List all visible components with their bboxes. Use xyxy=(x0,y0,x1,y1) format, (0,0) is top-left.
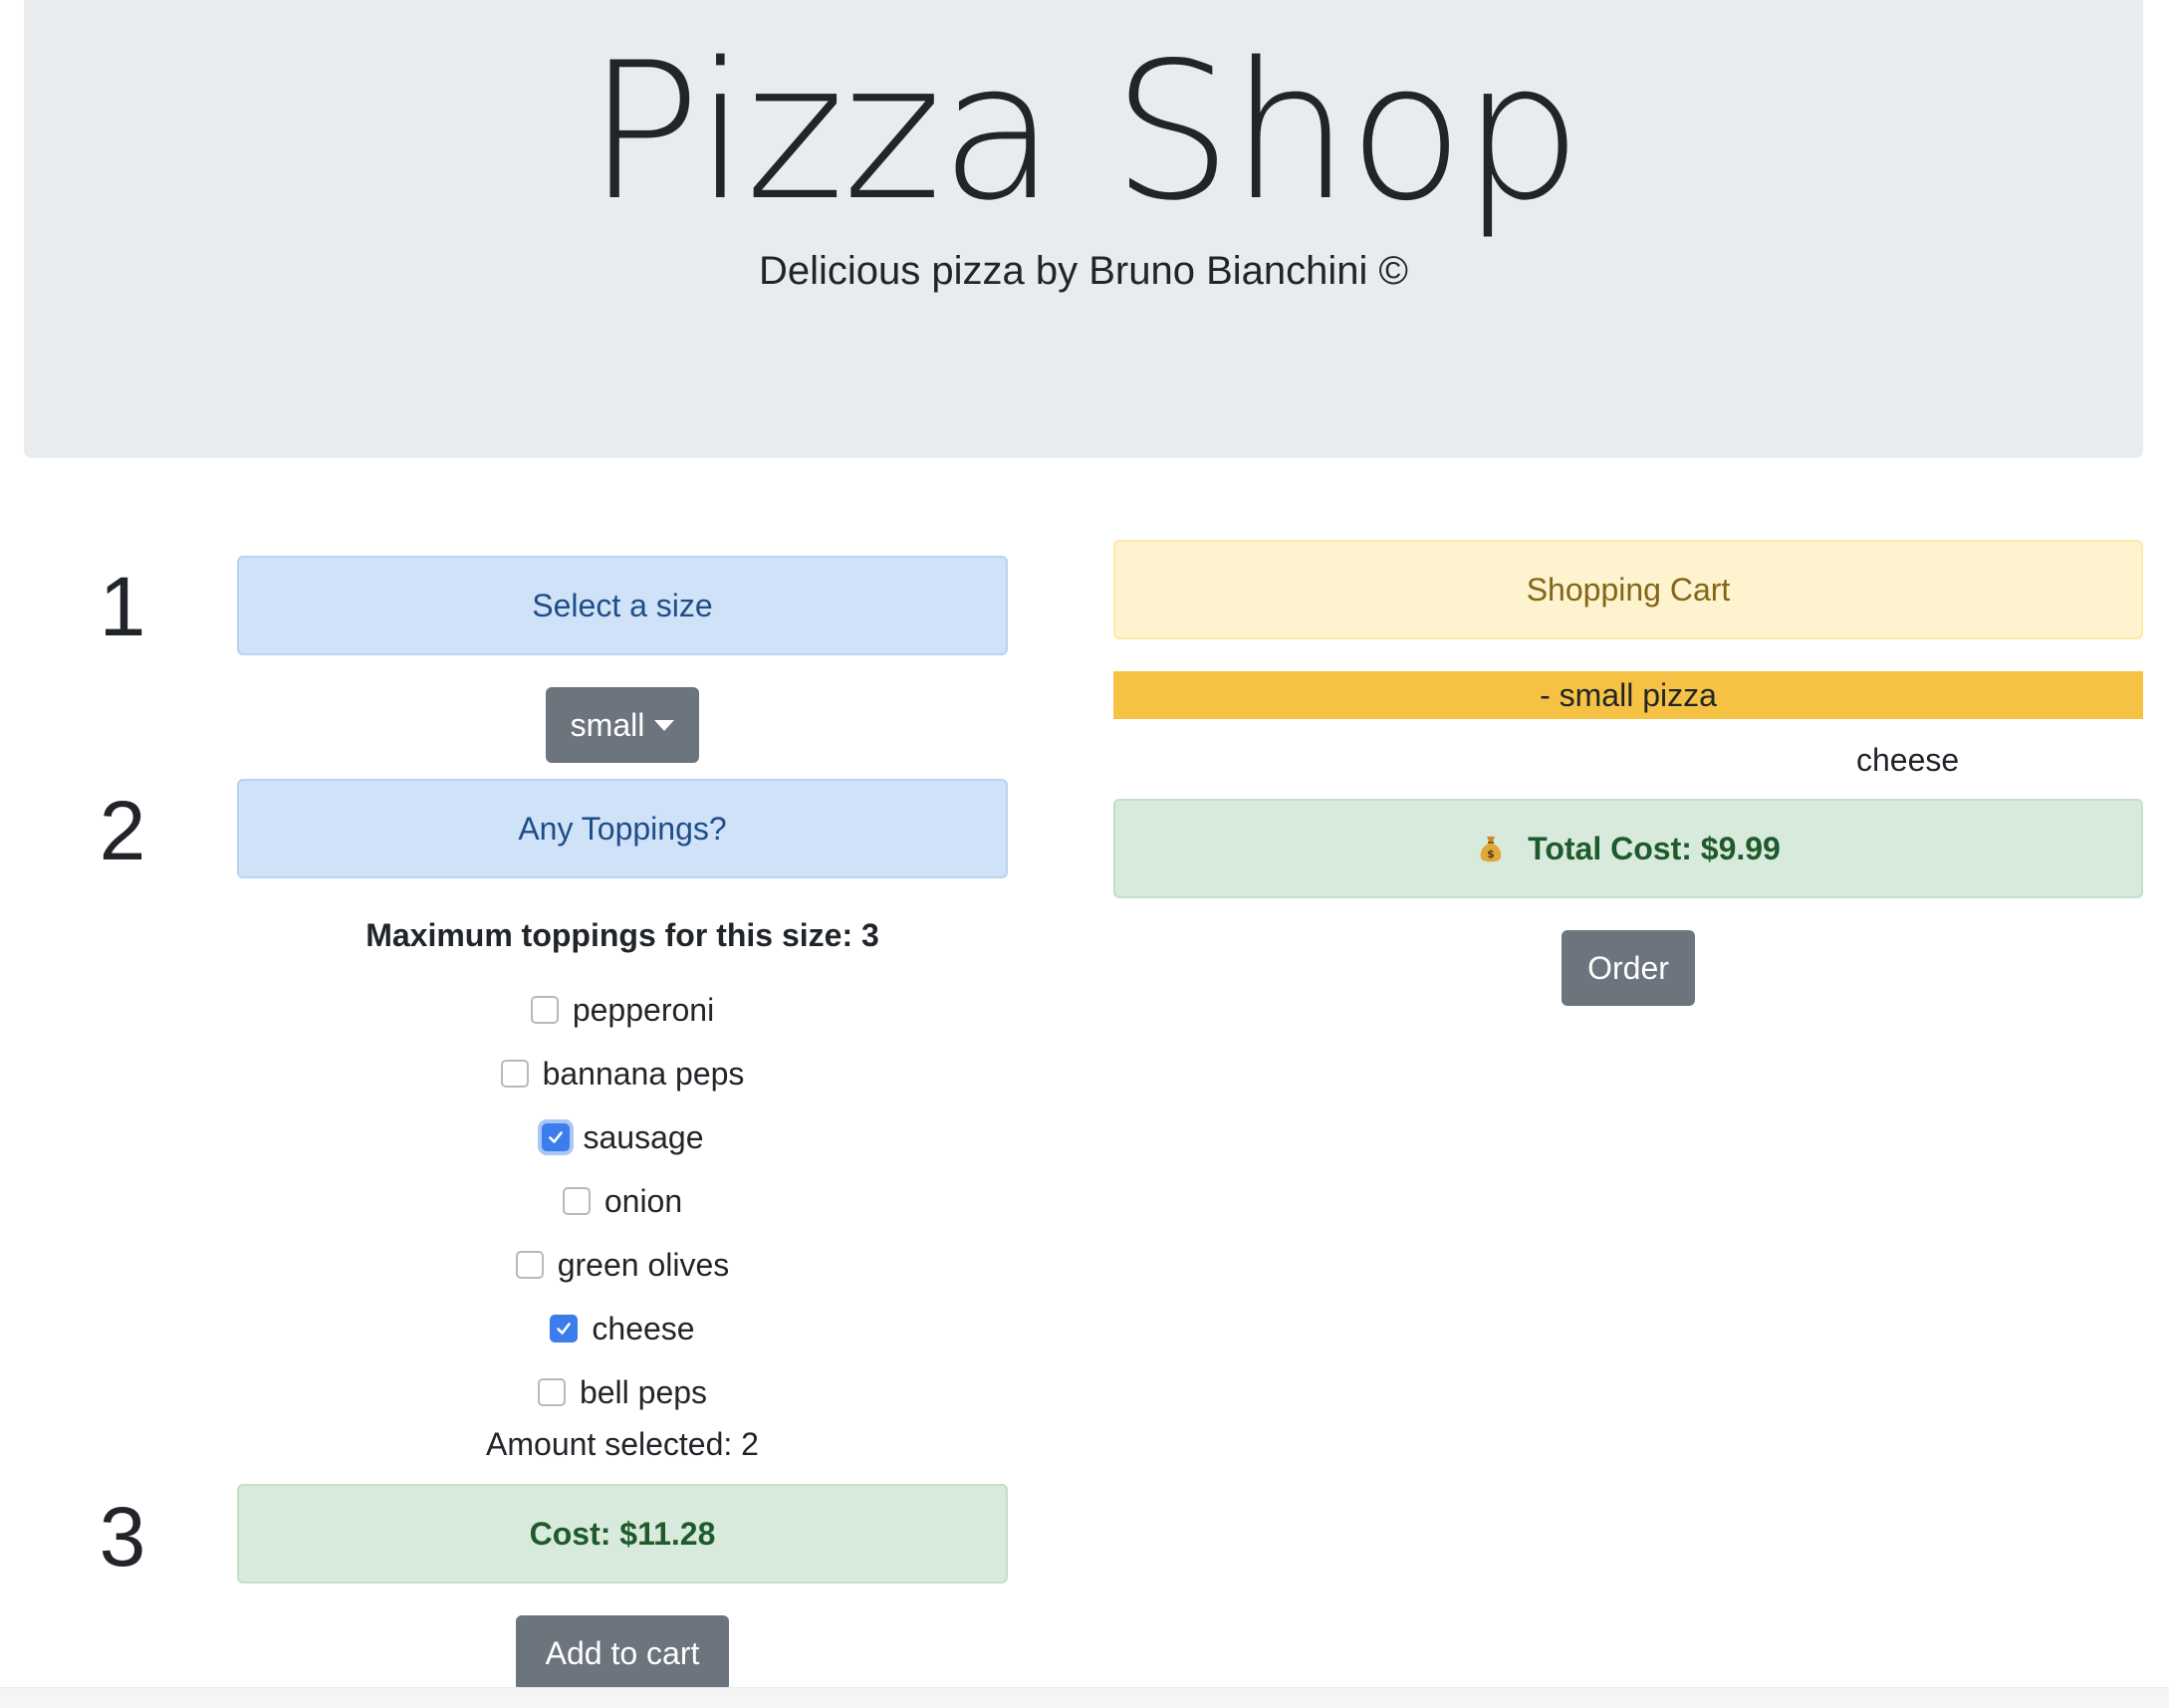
size-dropdown-value: small xyxy=(570,706,645,743)
topping-option[interactable]: green olives xyxy=(237,1233,1008,1297)
topping-checkbox[interactable] xyxy=(500,1060,529,1088)
topping-checkbox[interactable] xyxy=(550,1315,579,1342)
total-cost-box: $ Total Cost: $9.99 xyxy=(1113,799,2143,898)
topping-label[interactable]: onion xyxy=(604,1181,682,1221)
total-cost-label: Total Cost: $9.99 xyxy=(1528,830,1781,866)
topping-label[interactable]: sausage xyxy=(584,1117,704,1157)
page-bottom-edge xyxy=(0,1687,2169,1708)
toppings-list: pepperoni bannana peps sausage onion green o… xyxy=(237,978,1008,1424)
topping-checkbox[interactable] xyxy=(541,1123,570,1151)
max-toppings-label: Maximum toppings for this size: 3 xyxy=(365,917,879,953)
topping-option[interactable]: pepperoni xyxy=(237,978,1008,1042)
topping-checkbox[interactable] xyxy=(562,1187,591,1215)
site-title: Pizza Shop xyxy=(587,22,1581,242)
cost-label: Cost: $11.28 xyxy=(529,1515,716,1552)
topping-checkbox[interactable] xyxy=(530,996,559,1024)
caret-down-icon xyxy=(654,719,675,731)
cart-item-topping: cheese xyxy=(1856,742,1960,778)
step-number-2: 2 xyxy=(99,784,146,877)
topping-checkbox[interactable] xyxy=(515,1251,544,1279)
topping-option[interactable]: onion xyxy=(237,1169,1008,1233)
topping-checkbox[interactable] xyxy=(537,1378,566,1406)
shopping-cart-label: Shopping Cart xyxy=(1526,571,1731,608)
topping-option[interactable]: sausage xyxy=(237,1105,1008,1169)
step-number-3: 3 xyxy=(99,1490,146,1584)
money-bag-icon: $ xyxy=(1480,837,1502,862)
site-subtitle: Delicious pizza by Bruno Bianchini © xyxy=(758,249,1408,293)
svg-text:$: $ xyxy=(1487,848,1495,860)
checkmark-icon xyxy=(548,1131,563,1143)
amount-selected-label: Amount selected: 2 xyxy=(486,1426,759,1462)
shopping-cart-heading: Shopping Cart xyxy=(1113,540,2143,639)
checkmark-icon xyxy=(557,1323,572,1335)
topping-label[interactable]: cheese xyxy=(592,1309,694,1348)
topping-option[interactable]: bell peps xyxy=(237,1360,1008,1424)
toppings-heading-label: Any Toppings? xyxy=(518,810,727,847)
topping-option[interactable]: bannana peps xyxy=(237,1042,1008,1105)
cost-box: Cost: $11.28 xyxy=(237,1484,1008,1584)
size-dropdown-button[interactable]: small xyxy=(546,687,699,763)
topping-label[interactable]: pepperoni xyxy=(573,990,714,1030)
topping-label[interactable]: green olives xyxy=(558,1245,730,1285)
step-number-1: 1 xyxy=(99,560,146,653)
header-jumbotron: Pizza Shop Delicious pizza by Bruno Bian… xyxy=(24,0,2143,458)
add-to-cart-button[interactable]: Add to cart xyxy=(516,1615,729,1691)
order-button[interactable]: Order xyxy=(1562,930,1695,1006)
select-size-heading: Select a size xyxy=(237,556,1008,655)
toppings-heading: Any Toppings? xyxy=(237,779,1008,878)
cart-item-title: - small pizza xyxy=(1113,671,2143,719)
topping-option[interactable]: cheese xyxy=(237,1297,1008,1360)
topping-label[interactable]: bannana peps xyxy=(543,1054,745,1094)
topping-label[interactable]: bell peps xyxy=(580,1372,707,1412)
select-size-label: Select a size xyxy=(532,587,713,623)
